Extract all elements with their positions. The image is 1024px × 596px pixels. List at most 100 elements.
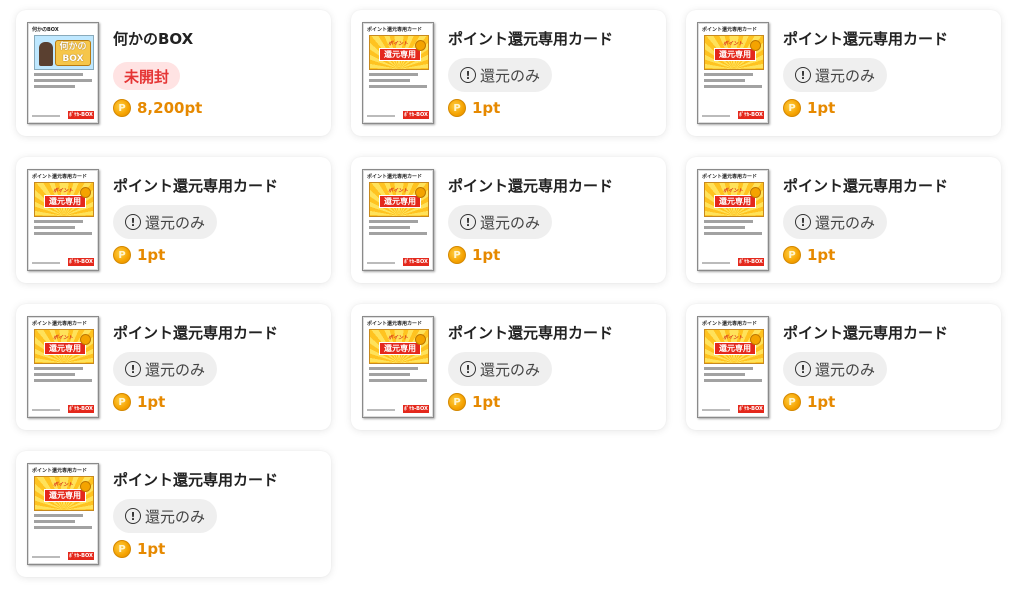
info-circle-icon: ! <box>795 214 811 230</box>
thumbnail-footer: ﾎﾟｹｶ-BOX <box>367 258 429 266</box>
points-value: 1pt <box>807 99 836 117</box>
thumbnail-artwork: ポイント 還元専用 <box>369 329 429 364</box>
thumbnail-title: ポイント還元専用カード <box>32 321 88 327</box>
card-title: 何かのBOX <box>113 30 194 48</box>
points-row: P 8,200pt <box>113 99 202 117</box>
thumbnail-logo: ﾎﾟｹｶ-BOX <box>403 405 429 413</box>
status-label: 還元のみ <box>145 360 206 379</box>
thumbnail-description <box>34 367 92 385</box>
coin-icon: P <box>783 246 801 264</box>
card-item-point[interactable]: ポイント還元専用カード ポイント 還元専用 ﾎﾟｹｶ-BOX ポイント還元専用カ… <box>686 10 1001 136</box>
thumbnail-footer: ﾎﾟｹｶ-BOX <box>702 405 764 413</box>
status-badge-refund-only: ! 還元のみ <box>113 205 218 239</box>
card-item-box[interactable]: 何かのBOX 何かのBOX ﾎﾟｹｶ-BOX 何かのBOX 未開封 P 8,20… <box>16 10 331 136</box>
card-thumbnail: ポイント還元専用カード ポイント 還元専用 ﾎﾟｹｶ-BOX <box>27 169 99 271</box>
card-thumbnail: ポイント還元専用カード ポイント 還元専用 ﾎﾟｹｶ-BOX <box>697 316 769 418</box>
card-item-point[interactable]: ポイント還元専用カード ポイント 還元専用 ﾎﾟｹｶ-BOX ポイント還元専用カ… <box>16 157 331 283</box>
card-item-point[interactable]: ポイント還元専用カード ポイント 還元専用 ﾎﾟｹｶ-BOX ポイント還元専用カ… <box>16 304 331 430</box>
card-thumbnail: ポイント還元専用カード ポイント 還元専用 ﾎﾟｹｶ-BOX <box>362 22 434 124</box>
coin-icon: P <box>783 393 801 411</box>
points-row: P 1pt <box>448 246 500 264</box>
card-title: ポイント還元専用カード <box>448 324 614 342</box>
card-item-point[interactable]: ポイント還元専用カード ポイント 還元専用 ﾎﾟｹｶ-BOX ポイント還元専用カ… <box>351 157 666 283</box>
thumbnail-description <box>34 73 92 91</box>
coin-icon: P <box>113 540 131 558</box>
info-circle-icon: ! <box>125 508 141 524</box>
thumbnail-title: ポイント還元専用カード <box>702 174 758 180</box>
thumbnail-title: ポイント還元専用カード <box>367 321 423 327</box>
thumbnail-artwork: ポイント 還元専用 <box>704 182 764 217</box>
card-title: ポイント還元専用カード <box>113 177 279 195</box>
thumbnail-artwork: ポイント 還元専用 <box>34 182 94 217</box>
info-circle-icon: ! <box>460 214 476 230</box>
bear-illustration <box>39 42 53 66</box>
status-label: 還元のみ <box>815 66 876 85</box>
card-title: ポイント還元専用カード <box>783 177 949 195</box>
status-label: 還元のみ <box>145 213 206 232</box>
points-value: 1pt <box>807 246 836 264</box>
card-title: ポイント還元専用カード <box>113 471 279 489</box>
status-label: 還元のみ <box>145 507 206 526</box>
points-value: 8,200pt <box>137 99 203 117</box>
thumbnail-banner: 還元専用 <box>714 48 756 61</box>
points-row: P 1pt <box>783 393 835 411</box>
card-thumbnail: 何かのBOX 何かのBOX ﾎﾟｹｶ-BOX <box>27 22 99 124</box>
points-value: 1pt <box>472 99 501 117</box>
points-row: P 1pt <box>113 540 165 558</box>
card-title: ポイント還元専用カード <box>783 324 949 342</box>
thumbnail-title: ポイント還元専用カード <box>32 468 88 474</box>
points-value: 1pt <box>472 246 501 264</box>
points-value: 1pt <box>472 393 501 411</box>
thumbnail-title: ポイント還元専用カード <box>32 174 88 180</box>
thumbnail-description <box>369 367 427 385</box>
card-grid: 何かのBOX 何かのBOX ﾎﾟｹｶ-BOX 何かのBOX 未開封 P 8,20… <box>16 10 1001 577</box>
thumbnail-banner-top: ポイント <box>388 335 409 341</box>
thumbnail-coin <box>80 334 91 345</box>
thumbnail-footer: ﾎﾟｹｶ-BOX <box>367 111 429 119</box>
points-row: P 1pt <box>783 99 835 117</box>
thumbnail-coin <box>750 40 761 51</box>
points-row: P 1pt <box>448 393 500 411</box>
card-item-point[interactable]: ポイント還元専用カード ポイント 還元専用 ﾎﾟｹｶ-BOX ポイント還元専用カ… <box>16 451 331 577</box>
thumbnail-description <box>704 220 762 238</box>
thumbnail-footer: ﾎﾟｹｶ-BOX <box>702 258 764 266</box>
coin-icon: P <box>113 99 131 117</box>
card-title: ポイント還元専用カード <box>448 177 614 195</box>
thumbnail-description <box>34 220 92 238</box>
card-item-point[interactable]: ポイント還元専用カード ポイント 還元専用 ﾎﾟｹｶ-BOX ポイント還元専用カ… <box>351 10 666 136</box>
thumbnail-logo: ﾎﾟｹｶ-BOX <box>68 405 94 413</box>
thumbnail-banner: 還元専用 <box>714 342 756 355</box>
info-circle-icon: ! <box>460 361 476 377</box>
thumbnail-box-word: 何かのBOX <box>55 40 91 66</box>
card-thumbnail: ポイント還元専用カード ポイント 還元専用 ﾎﾟｹｶ-BOX <box>362 316 434 418</box>
thumbnail-description <box>704 73 762 91</box>
thumbnail-logo: ﾎﾟｹｶ-BOX <box>403 111 429 119</box>
status-badge-refund-only: ! 還元のみ <box>448 58 553 92</box>
thumbnail-artwork: ポイント 還元専用 <box>704 329 764 364</box>
thumbnail-title: 何かのBOX <box>32 27 59 33</box>
points-value: 1pt <box>137 246 166 264</box>
thumbnail-banner-top: ポイント <box>723 188 744 194</box>
points-row: P 1pt <box>448 99 500 117</box>
status-label: 還元のみ <box>480 360 541 379</box>
card-thumbnail: ポイント還元専用カード ポイント 還元専用 ﾎﾟｹｶ-BOX <box>697 22 769 124</box>
thumbnail-banner-top: ポイント <box>388 41 409 47</box>
card-thumbnail: ポイント還元専用カード ポイント 還元専用 ﾎﾟｹｶ-BOX <box>697 169 769 271</box>
thumbnail-footer: ﾎﾟｹｶ-BOX <box>32 405 94 413</box>
thumbnail-coin <box>415 40 426 51</box>
thumbnail-footer: ﾎﾟｹｶ-BOX <box>702 111 764 119</box>
thumbnail-banner: 還元専用 <box>714 195 756 208</box>
thumbnail-footer: ﾎﾟｹｶ-BOX <box>367 405 429 413</box>
card-item-point[interactable]: ポイント還元専用カード ポイント 還元専用 ﾎﾟｹｶ-BOX ポイント還元専用カ… <box>686 304 1001 430</box>
thumbnail-logo: ﾎﾟｹｶ-BOX <box>738 111 764 119</box>
status-badge-refund-only: ! 還元のみ <box>783 58 888 92</box>
card-item-point[interactable]: ポイント還元専用カード ポイント 還元専用 ﾎﾟｹｶ-BOX ポイント還元専用カ… <box>351 304 666 430</box>
thumbnail-logo: ﾎﾟｹｶ-BOX <box>68 111 94 119</box>
thumbnail-coin <box>415 334 426 345</box>
thumbnail-banner-top: ポイント <box>53 188 74 194</box>
thumbnail-banner-top: ポイント <box>53 482 74 488</box>
points-value: 1pt <box>807 393 836 411</box>
info-circle-icon: ! <box>125 361 141 377</box>
status-label: 未開封 <box>124 67 170 86</box>
card-item-point[interactable]: ポイント還元専用カード ポイント 還元専用 ﾎﾟｹｶ-BOX ポイント還元専用カ… <box>686 157 1001 283</box>
